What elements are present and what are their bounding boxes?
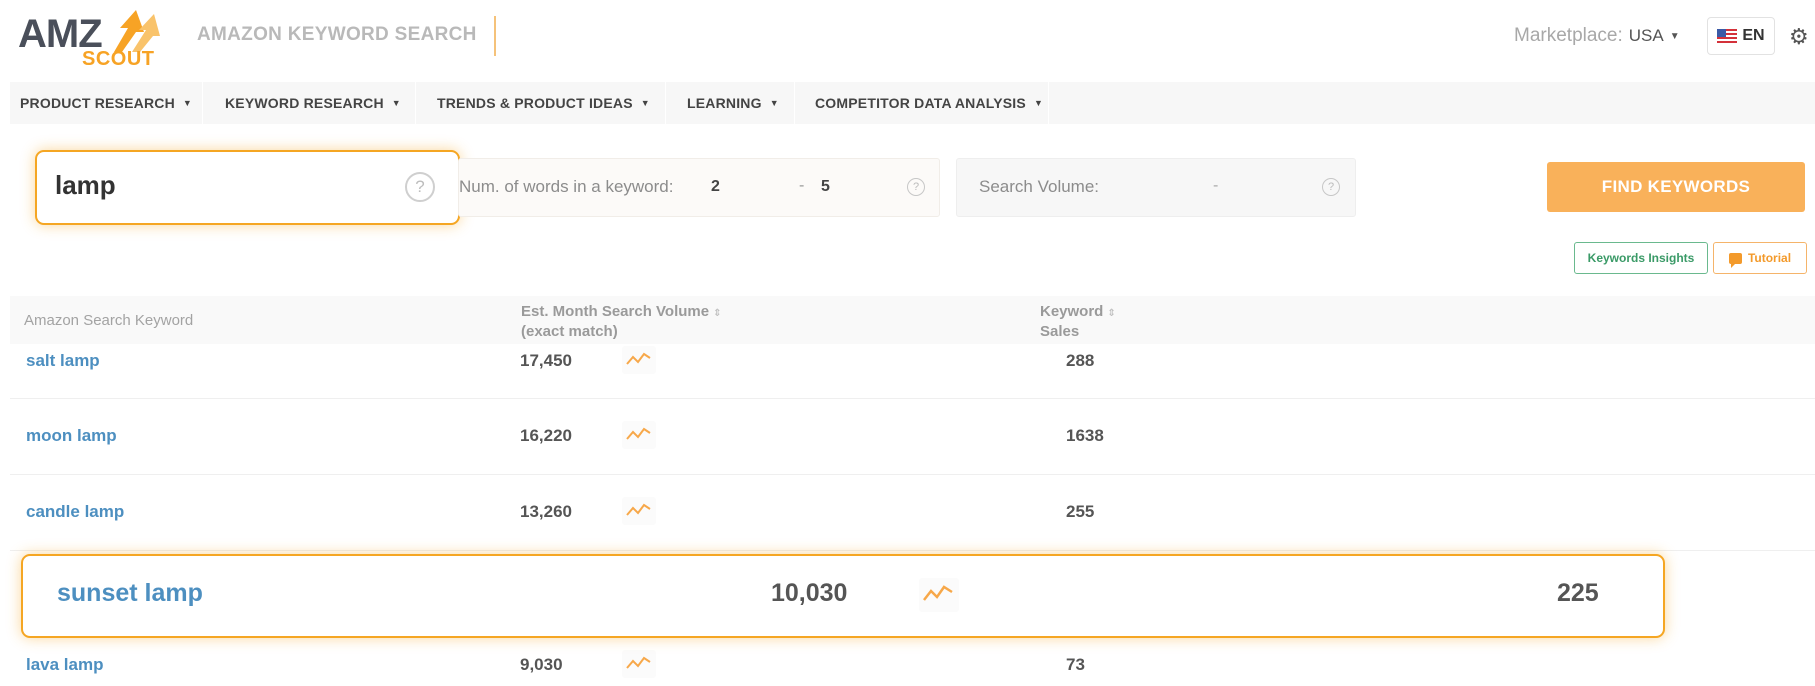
range-separator: -: [799, 177, 805, 194]
caret-down-icon: ▼: [1033, 98, 1044, 108]
language-button[interactable]: EN: [1707, 17, 1775, 55]
nav-label: COMPETITOR DATA ANALYSIS: [815, 95, 1026, 111]
range-separator: -: [1213, 177, 1219, 194]
marketplace-value: USA: [1628, 26, 1664, 45]
nav-trends-product-ideas[interactable]: TRENDS & PRODUCT IDEAS ▼: [427, 82, 660, 124]
keyword-search-input[interactable]: lamp ?: [35, 150, 460, 225]
caret-down-icon: ▼: [182, 98, 192, 108]
nav-divider: [202, 82, 203, 124]
word-count-max-input[interactable]: 5: [821, 178, 830, 196]
search-volume-value: 17,450: [520, 351, 572, 370]
keyword-link[interactable]: salt lamp: [26, 351, 100, 371]
search-volume-value: 9,030: [520, 655, 563, 674]
keyword-sales-value: 73: [1066, 655, 1085, 674]
search-volume-label: Search Volume:: [979, 177, 1100, 196]
gear-icon[interactable]: ⚙: [1789, 24, 1809, 50]
trend-chart-icon[interactable]: [622, 497, 656, 525]
table-row-highlighted: sunset lamp 10,030 225: [21, 554, 1665, 638]
main-nav: PRODUCT RESEARCH ▼ KEYWORD RESEARCH ▼ TR…: [10, 82, 1815, 124]
keyword-link[interactable]: lava lamp: [26, 655, 104, 675]
us-flag-icon: [1717, 29, 1738, 43]
sort-icon: ⇕: [713, 308, 722, 319]
nav-label: KEYWORD RESEARCH: [225, 95, 384, 111]
nav-label: LEARNING: [687, 95, 762, 111]
tutorial-button[interactable]: Tutorial: [1713, 242, 1807, 274]
trend-chart-icon[interactable]: [919, 578, 959, 612]
nav-divider: [415, 82, 416, 124]
amzscout-logo[interactable]: AMZ SCOUT: [18, 8, 168, 70]
nav-label: PRODUCT RESEARCH: [20, 95, 175, 111]
search-volume-filter[interactable]: Search Volume: - ?: [956, 158, 1356, 217]
title-divider: [494, 16, 496, 56]
word-count-filter: Num. of words in a keyword: 2 - 5 ?: [458, 158, 940, 217]
help-icon[interactable]: ?: [907, 178, 925, 196]
app-title: AMAZON KEYWORD SEARCH: [197, 24, 477, 45]
nav-label: TRENDS & PRODUCT IDEAS: [437, 95, 633, 111]
trend-chart-icon[interactable]: [622, 421, 656, 449]
tutorial-label: Tutorial: [1747, 251, 1792, 265]
nav-divider: [665, 82, 666, 124]
tutorial-icon: [1728, 252, 1742, 268]
caret-down-icon: ▼: [769, 98, 779, 108]
keyword-sales-value: 225: [1557, 579, 1599, 607]
keyword-sales-value: 288: [1066, 351, 1095, 370]
word-count-min-input[interactable]: 2: [711, 178, 720, 196]
sort-icon: ⇕: [1107, 308, 1116, 319]
keywords-insights-button[interactable]: Keywords Insights: [1574, 242, 1708, 274]
help-icon[interactable]: ?: [405, 172, 435, 202]
col-keyword-sales[interactable]: Keyword ⇕ Sales: [1040, 303, 1116, 341]
word-count-label: Num. of words in a keyword:: [459, 177, 674, 196]
table-row: salt lamp 17,450 288: [10, 344, 1815, 399]
nav-competitor-data-analysis[interactable]: COMPETITOR DATA ANALYSIS ▼: [805, 82, 1053, 124]
find-keywords-button[interactable]: FIND KEYWORDS: [1547, 162, 1805, 212]
table-row: moon lamp 16,220 1638: [10, 399, 1815, 475]
keyword-sales-value: 255: [1066, 502, 1095, 521]
caret-down-icon: ▼: [391, 98, 401, 108]
language-label: EN: [1742, 27, 1765, 44]
trend-chart-icon[interactable]: [622, 650, 656, 678]
table-row: candle lamp 13,260 255: [10, 475, 1815, 551]
col-sales-line1: Keyword: [1040, 303, 1104, 320]
col-volume-line2: (exact match): [521, 323, 618, 340]
logo-text-scout: SCOUT: [82, 48, 155, 70]
table-header: Amazon Search Keyword Est. Month Search …: [10, 296, 1815, 344]
nav-learning[interactable]: LEARNING ▼: [677, 82, 789, 124]
keyword-sales-value: 1638: [1066, 426, 1104, 445]
col-search-volume[interactable]: Est. Month Search Volume ⇕ (exact match): [521, 303, 721, 341]
col-volume-line1: Est. Month Search Volume: [521, 303, 710, 320]
caret-down-icon: ▼: [1669, 30, 1680, 42]
help-icon[interactable]: ?: [1322, 178, 1340, 196]
search-volume-value: 16,220: [520, 426, 572, 445]
search-volume-value: 13,260: [520, 502, 572, 521]
marketplace-label: Marketplace:: [1514, 25, 1623, 46]
keyword-link[interactable]: candle lamp: [26, 502, 124, 522]
keyword-value: lamp: [55, 170, 116, 200]
nav-keyword-research[interactable]: KEYWORD RESEARCH ▼: [215, 82, 411, 124]
marketplace-selector[interactable]: Marketplace: USA ▼: [1514, 25, 1680, 47]
nav-divider: [794, 82, 795, 124]
caret-down-icon: ▼: [640, 98, 650, 108]
nav-divider: [1048, 82, 1049, 124]
search-volume-value: 10,030: [771, 579, 848, 607]
col-sales-line2: Sales: [1040, 323, 1080, 340]
col-keyword: Amazon Search Keyword: [24, 312, 194, 329]
keyword-link[interactable]: sunset lamp: [57, 579, 203, 608]
trend-chart-icon[interactable]: [622, 346, 656, 374]
nav-product-research[interactable]: PRODUCT RESEARCH ▼: [10, 82, 202, 124]
keyword-link[interactable]: moon lamp: [26, 426, 117, 446]
